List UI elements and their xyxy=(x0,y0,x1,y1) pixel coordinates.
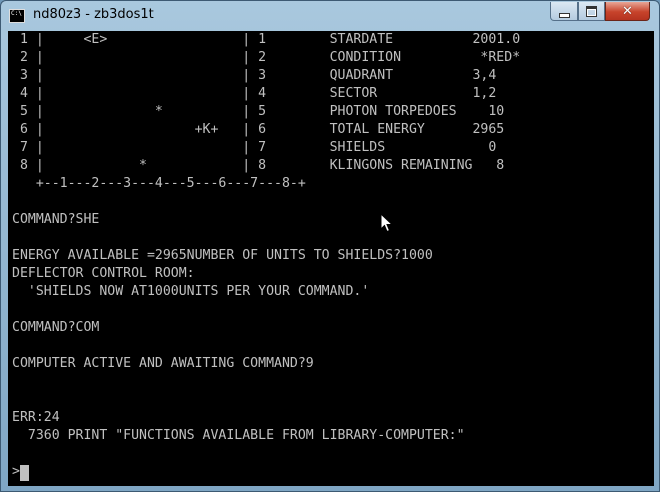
app-icon-label: C:\ xyxy=(11,10,22,17)
console-line: +--1---2---3---4---5---6---7---8-+ xyxy=(12,176,306,191)
console-line: 2 | | 2 CONDITION *RED* xyxy=(12,50,521,65)
console-line: 8 | * | 8 KLINGONS REMAINING 8 xyxy=(12,158,505,173)
console-line: > xyxy=(12,464,20,479)
console-line: 6 | +K+ | 6 TOTAL ENERGY 2965 xyxy=(12,122,505,137)
maximize-button[interactable] xyxy=(578,2,605,21)
console-line: COMMAND?COM xyxy=(12,320,100,335)
console-line: 4 | | 4 SECTOR 1,2 xyxy=(12,86,497,101)
minimize-icon xyxy=(558,12,570,18)
maximize-icon xyxy=(586,5,597,17)
close-button[interactable]: ✕ xyxy=(605,2,650,21)
console-app-icon[interactable]: C:\ xyxy=(9,9,25,23)
console-line: ENERGY AVAILABLE =2965NUMBER OF UNITS TO… xyxy=(12,248,433,263)
console-line: 1 | <E> | 1 STARDATE 2001.0 xyxy=(12,32,521,47)
close-icon: ✕ xyxy=(622,3,633,19)
console-line: DEFLECTOR CONTROL ROOM: xyxy=(12,266,195,281)
console-line: ERR:24 xyxy=(12,410,60,425)
console-line: 7360 PRINT "FUNCTIONS AVAILABLE FROM LIB… xyxy=(12,428,465,443)
console-line: COMMAND?SHE xyxy=(12,212,100,227)
mouse-pointer-icon xyxy=(380,213,394,233)
console-line: 5 | * | 5 PHOTON TORPEDOES 10 xyxy=(12,104,505,119)
console-line: 'SHIELDS NOW AT1000UNITS PER YOUR COMMAN… xyxy=(12,284,370,299)
console-line: 3 | | 3 QUADRANT 3,4 xyxy=(12,68,497,83)
console-line: 7 | | 7 SHIELDS 0 xyxy=(12,140,497,155)
minimize-button[interactable] xyxy=(550,2,578,21)
console-line: COMPUTER ACTIVE AND AWAITING COMMAND?9 xyxy=(12,356,314,371)
console-window[interactable]: C:\ nd80z3 - zb3dos1t ✕ 1 | <E> | 1 STAR… xyxy=(0,0,660,492)
text-cursor xyxy=(20,465,29,481)
window-title: nd80z3 - zb3dos1t xyxy=(33,7,154,22)
title-bar[interactable]: C:\ nd80z3 - zb3dos1t ✕ xyxy=(1,1,659,31)
console-output[interactable]: 1 | <E> | 1 STARDATE 2001.0 2 | | 2 COND… xyxy=(8,31,654,486)
